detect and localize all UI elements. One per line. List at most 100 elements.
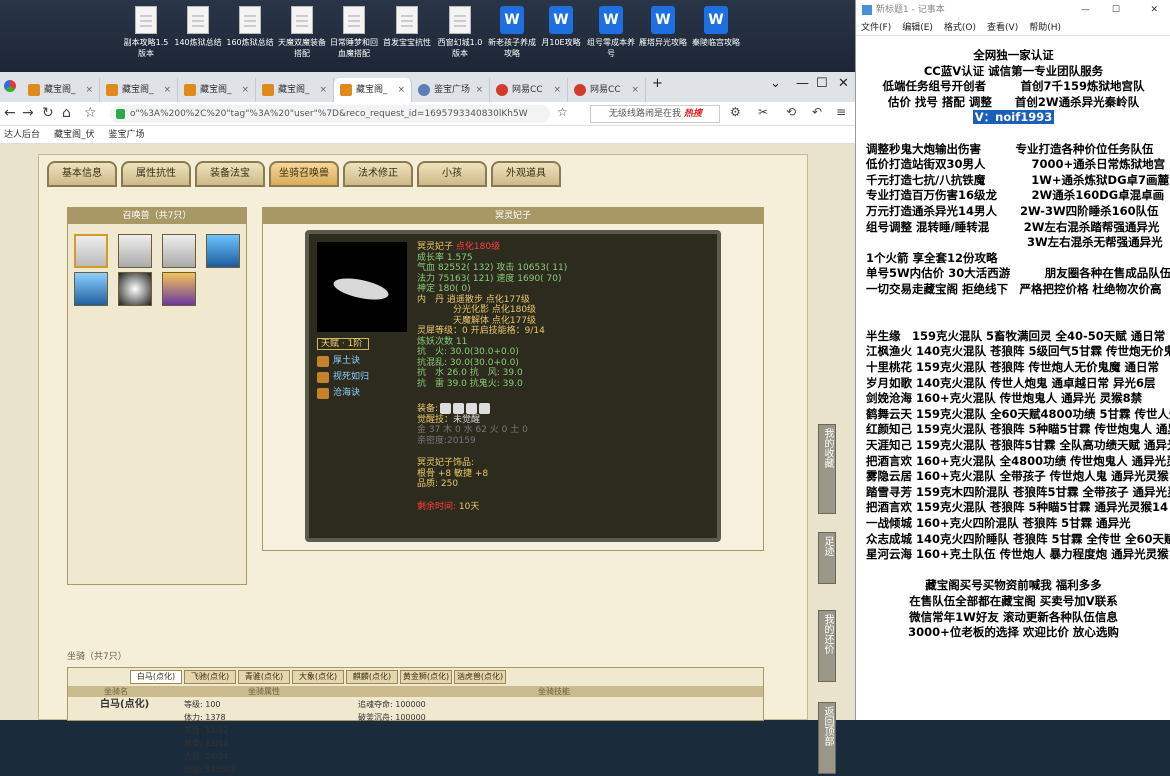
screenshot-icon[interactable]: ✂ [758,105,768,119]
bookmark-item[interactable]: 鉴宝广场 [109,130,145,140]
desktop-file-icon[interactable]: 首发宝宝抗性 [381,6,433,48]
minimize-icon[interactable]: — [796,76,809,91]
browser-tab[interactable]: 藏宝阁_ × [334,78,412,102]
new-tab-icon[interactable]: + [652,76,663,91]
browser-tab[interactable]: 藏宝阁_ × [178,78,256,102]
back-icon[interactable]: ← [4,105,16,121]
summon-thumb[interactable] [74,234,108,268]
wps-doc-icon: W [704,6,728,34]
skill-item[interactable]: 视死如归 [317,372,369,383]
menu-item[interactable]: 格式(O) [944,23,976,33]
mount-tab[interactable]: 飞驰(点化) [184,670,236,684]
bookmark-item[interactable]: 达人后台 [4,130,40,140]
menu-item[interactable]: 编辑(E) [902,23,933,33]
maximize-icon[interactable]: ☐ [1112,0,1120,20]
desktop-file-icon[interactable]: 副本攻略1.5版本 [120,6,172,59]
game-tab[interactable]: 外观道具 [491,161,561,187]
close-icon[interactable]: ✕ [1150,0,1158,20]
desktop-file-icon[interactable]: 日常睡梦和回血魔搭配 [328,6,380,59]
mount-tab[interactable]: 大象(点化) [292,670,344,684]
mount-tab[interactable]: 汹虎兽(点化) [454,670,506,684]
awaken-label: 觉醒技： [417,414,454,425]
tab-close-icon[interactable]: × [319,78,327,102]
tab-close-icon[interactable]: × [85,78,93,102]
menu-icon[interactable]: ≡ [836,105,846,119]
browser-tab[interactable]: 藏宝阁_ × [256,78,334,102]
game-tab[interactable]: 坐骑召唤兽 [269,161,339,187]
undo-icon[interactable]: ↶ [812,105,822,119]
text-line-row: 鹤舞云天 159克火混队 全60天赋4800功绩 5甘霖 传世人炮 [866,407,1170,423]
chevron-down-icon[interactable]: ⌄ [770,76,781,91]
home-icon[interactable]: ⌂ [62,105,71,121]
side-top-button[interactable]: 返回顶部 [818,702,836,774]
minimize-icon[interactable]: — [1081,0,1090,20]
equip-slot-icon[interactable] [440,403,452,414]
game-tab[interactable]: 法术修正 [343,161,413,187]
side-bargain-button[interactable]: 我的还价 [818,610,836,682]
tab-close-icon[interactable]: × [397,78,405,102]
tab-close-icon[interactable]: × [163,78,171,102]
bookmark-page-icon[interactable]: ☆ [557,105,568,119]
tab-close-icon[interactable]: × [241,78,249,102]
desktop-file-icon[interactable]: 天魔双魔装备搭配 [276,6,328,59]
mount-attr: 根骨: 12/12 [184,739,229,748]
reload-icon[interactable]: ↻ [42,105,54,121]
menu-item[interactable]: 查看(V) [987,23,1018,33]
address-bar-row: ← → ↻ ⌂ ☆ o"%3A%200%2C%20"tag"%3A%20"use… [0,102,855,126]
tab-close-icon[interactable]: × [475,78,483,102]
desktop-file-icon[interactable]: 西窗幻城1.0版本 [434,6,486,59]
side-favorites-button[interactable]: 我的收藏 [818,424,836,514]
desktop-file-icon[interactable]: 140炼狱总结 [172,6,224,48]
search-input[interactable]: 无级线路闹是在我 热搜 [590,105,720,123]
pet-name: 冥灵妃子 [417,242,454,252]
desktop-file-icon[interactable]: W 雁塔异光攻略 [637,6,689,48]
notepad-titlebar: 新标题1 - 记事本 — ☐ ✕ [856,0,1170,20]
wps-doc-icon: W [651,6,675,34]
game-tab[interactable]: 小孩 [417,161,487,187]
side-footprint-button[interactable]: 足迹 [818,532,836,584]
desktop-file-icon[interactable]: 160炼狱总结 [224,6,276,48]
menu-item[interactable]: 帮助(H) [1029,23,1061,33]
forward-icon[interactable]: → [22,105,34,121]
mount-tab[interactable]: 青骓(点化) [238,670,290,684]
game-tab[interactable]: 基本信息 [47,161,117,187]
mount-tab[interactable]: 白马(点化) [130,670,182,684]
skill-item[interactable]: 沧海诀 [317,388,360,399]
desktop-file-icon[interactable]: W 新老孩子养成攻略 [486,6,538,59]
browser-tab[interactable]: 藏宝阁_ × [22,78,100,102]
desktop-file-label: 秦陵临宫攻略 [692,38,740,47]
tab-close-icon[interactable]: × [553,78,561,102]
desktop-file-icon[interactable]: W 月10E攻略 [535,6,587,48]
summon-thumb[interactable] [162,272,196,306]
equip-slot-icon[interactable] [466,403,478,414]
mount-tab[interactable]: 黄金狮(点化) [400,670,452,684]
summon-thumb[interactable] [74,272,108,306]
side-label: 足迹 [822,536,833,556]
browser-tab[interactable]: 鉴宝广场 × [412,78,490,102]
browser-tab[interactable]: 藏宝阁_ × [100,78,178,102]
bookmark-item[interactable]: 藏宝阁_伏 [54,130,95,140]
browser-tab[interactable]: 网易CC × [490,78,568,102]
game-tab[interactable]: 属性抗性 [121,161,191,187]
extension-icon[interactable]: ⚙ [730,105,741,119]
close-icon[interactable]: ✕ [838,76,849,91]
tab-close-icon[interactable]: × [631,78,639,102]
mount-tab[interactable]: 麒麟(点化) [346,670,398,684]
summon-thumb[interactable] [118,234,152,268]
summon-thumb[interactable] [118,272,152,306]
bookmark-star-icon[interactable]: ☆ [84,105,97,121]
desktop-file-icon[interactable]: W 组号零成本养号 [585,6,637,59]
equip-slot-icon[interactable] [453,403,465,414]
history-icon[interactable]: ⟲ [786,105,796,119]
summon-thumb[interactable] [162,234,196,268]
game-tab[interactable]: 装备法宝 [195,161,265,187]
url-input[interactable]: o"%3A%200%2C%20"tag"%3A%20"user"%7D&reco… [110,105,550,123]
desktop-file-icon[interactable]: W 秦陵临宫攻略 [690,6,742,48]
desktop-file-label: 首发宝宝抗性 [383,38,431,47]
browser-tab[interactable]: 网易CC × [568,78,646,102]
equip-slot-icon[interactable] [479,403,491,414]
maximize-icon[interactable]: ☐ [816,76,828,91]
summon-thumb[interactable] [206,234,240,268]
skill-item[interactable]: 厚土诀 [317,356,360,367]
menu-item[interactable]: 文件(F) [861,23,891,33]
